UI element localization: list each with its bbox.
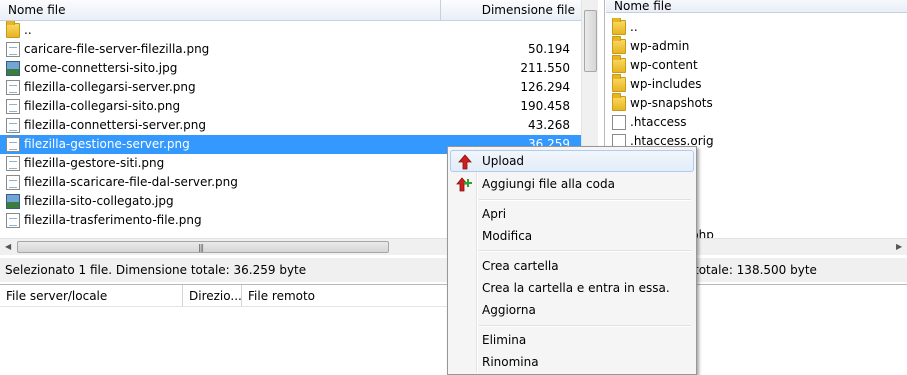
column-header-name[interactable]: Nome file (0, 0, 441, 21)
queue-column-local-file[interactable]: File server/locale (0, 285, 183, 307)
menu-item-delete[interactable]: Elimina (450, 329, 694, 351)
file-name: filezilla-gestore-siti.png (24, 156, 165, 170)
jpg-file-icon (6, 61, 20, 76)
folder-icon (612, 93, 626, 111)
menu-item-create-folder[interactable]: Crea cartella (450, 255, 694, 277)
menu-separator (479, 199, 691, 201)
jpg-file-icon (6, 194, 20, 209)
menu-item-label: Apri (482, 207, 507, 221)
menu-item-label: Rinomina (482, 355, 539, 369)
file-size: 43.268 (528, 118, 570, 132)
local-horizontal-scroll-thumb[interactable]: ||| (17, 241, 389, 253)
folder-icon (6, 21, 20, 38)
folder-icon (612, 74, 626, 92)
file-size: 126.294 (520, 80, 570, 94)
png-file-icon (6, 175, 20, 190)
folder-icon (612, 18, 626, 35)
file-name: wp-snapshots (630, 96, 713, 110)
file-name: caricare-file-server-filezilla.png (24, 42, 210, 56)
column-header-size[interactable]: Dimensione file (441, 0, 581, 21)
file-name: .. (630, 20, 638, 34)
menu-item-label: Aggiorna (482, 303, 536, 317)
remote-file-rows: .. wp-admin wp-content wp-includes wp-snapsh… (606, 18, 907, 158)
file-row[interactable]: caricare-file-server-filezilla.png 50.194 (0, 40, 581, 59)
file-name: filezilla-scaricare-file-dal-server.png (24, 175, 238, 189)
png-file-icon (6, 156, 20, 171)
menu-item-label: Upload (482, 154, 525, 168)
menu-item-edit[interactable]: Modifica (450, 225, 694, 247)
file-row[interactable]: .. (606, 18, 907, 37)
remote-column-header-name[interactable]: Nome file (606, 0, 907, 13)
file-name: filezilla-gestione-server.png (24, 137, 190, 151)
document-icon (612, 115, 626, 130)
scroll-left-icon[interactable]: ◀ (5, 242, 11, 251)
menu-item-create-folder-and-enter[interactable]: Crea la cartella e entra in essa. (450, 277, 694, 299)
menu-item-refresh[interactable]: Aggiorna (450, 299, 694, 321)
menu-item-open[interactable]: Apri (450, 203, 694, 225)
menu-item-label: Crea cartella (482, 259, 559, 273)
menu-separator (479, 325, 691, 327)
png-file-icon (6, 118, 20, 133)
file-row[interactable]: come-connettersi-sito.jpg 211.550 (0, 59, 581, 78)
file-name: filezilla-collegarsi-server.png (24, 80, 196, 94)
file-row[interactable]: .htaccess (606, 113, 907, 132)
png-file-icon (6, 80, 20, 95)
file-name: filezilla-trasferimento-file.png (24, 213, 202, 227)
file-row[interactable]: filezilla-collegarsi-sito.png 190.458 (0, 97, 581, 116)
file-name: wp-includes (630, 77, 702, 91)
grip-icon: ||| (198, 243, 204, 252)
local-vertical-scroll-thumb[interactable] (584, 10, 597, 72)
file-row[interactable]: wp-snapshots (606, 93, 907, 113)
file-row[interactable]: wp-includes (606, 74, 907, 94)
queue-column-direction[interactable]: Direzio... (183, 285, 242, 307)
menu-item-label: Aggiungi file alla coda (482, 177, 615, 191)
queue-column-remote-file[interactable]: File remoto (242, 285, 447, 307)
menu-separator (479, 250, 691, 252)
menu-item-rename[interactable]: Rinomina (450, 351, 694, 373)
menu-item-label: Elimina (482, 333, 527, 347)
file-name: filezilla-sito-collegato.jpg (24, 194, 174, 208)
png-file-icon (6, 213, 20, 228)
menu-item-add-to-queue[interactable]: Aggiungi file alla coda (450, 173, 694, 195)
file-name: come-connettersi-sito.jpg (24, 61, 178, 75)
file-row[interactable]: filezilla-connettersi-server.png 43.268 (0, 116, 581, 135)
png-file-icon (6, 137, 20, 152)
png-file-icon (6, 99, 20, 114)
file-row[interactable]: wp-admin (606, 36, 907, 56)
file-row[interactable]: .. (0, 21, 581, 40)
file-size: 50.194 (528, 42, 570, 56)
file-size: 211.550 (520, 61, 570, 75)
menu-item-label: Crea la cartella e entra in essa. (482, 281, 670, 295)
file-name: .htaccess (630, 115, 687, 129)
file-size: 190.458 (520, 99, 570, 113)
scroll-right-icon[interactable]: ▶ (896, 242, 902, 251)
png-file-icon (6, 42, 20, 57)
upload-arrow-icon (457, 154, 473, 170)
menu-item-upload[interactable]: Upload (450, 150, 694, 172)
context-menu[interactable]: Upload Aggiungi file alla coda Apri Modi… (447, 146, 697, 375)
add-to-queue-icon (456, 176, 472, 192)
file-row[interactable]: wp-content (606, 55, 907, 75)
folder-icon (612, 55, 626, 73)
file-name: filezilla-collegarsi-sito.png (24, 99, 181, 113)
file-row[interactable]: filezilla-collegarsi-server.png 126.294 (0, 78, 581, 97)
file-name: wp-content (630, 58, 698, 72)
file-name: .. (24, 23, 32, 37)
file-name: filezilla-connettersi-server.png (24, 118, 206, 132)
file-name: wp-admin (630, 39, 690, 53)
folder-icon (612, 36, 626, 54)
menu-item-label: Modifica (482, 229, 533, 243)
